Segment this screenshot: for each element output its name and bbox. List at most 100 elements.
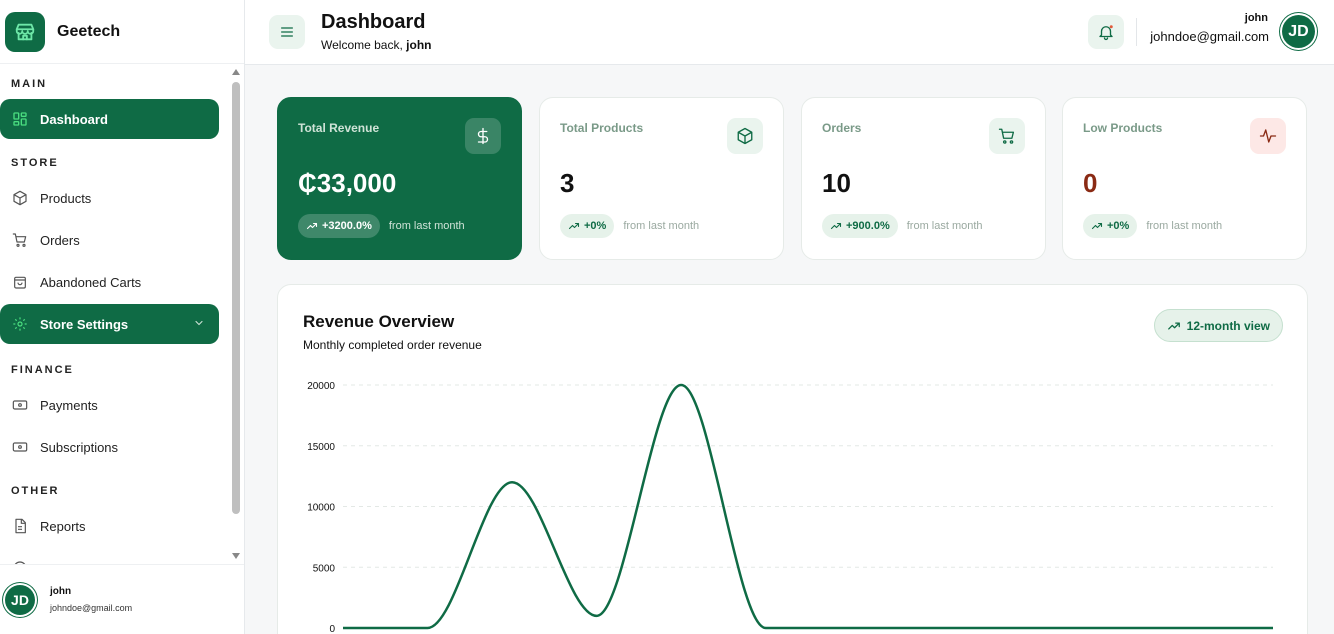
data-point [426,626,430,630]
section-label-store: STORE [11,157,59,169]
scroll-down-arrow-icon[interactable] [232,553,240,559]
section-label-other: OTHER [11,485,60,497]
stat-card-total-products: Total Products 3 +0% from last month [539,97,784,260]
chevron-down-icon[interactable] [193,317,205,332]
sidebar-item-store-settings[interactable]: Store Settings [0,304,219,344]
data-point [848,626,852,630]
trending-up-icon [830,222,842,230]
y-tick-label: 10000 [307,503,335,514]
sidebar-item-clipped[interactable] [0,548,219,564]
data-point [1271,626,1275,630]
brand[interactable]: Geetech [0,0,244,64]
data-point [1017,626,1021,630]
scroll-up-arrow-icon[interactable] [232,69,240,75]
stat-card-low-products: Low Products 0 +0% from last month [1062,97,1307,260]
sidebar-item-payments[interactable]: Payments [0,385,219,425]
section-label-main: MAIN [11,78,48,90]
change-badge: +0% [560,214,615,238]
view-range-label: 12-month view [1186,318,1270,333]
scroll-thumb[interactable] [232,82,240,514]
sidebar-item-reports[interactable]: Reports [0,506,219,546]
data-point [764,626,768,630]
change-value: +0% [1107,220,1130,232]
data-point [679,383,683,387]
data-point [1102,626,1106,630]
cart-icon [11,231,29,249]
change-note: from last month [623,220,700,232]
sidebar-item-label: Dashboard [40,111,108,127]
header-user-email: johndoe@gmail.com [1150,29,1269,44]
sidebar-user[interactable]: JD john johndoe@gmail.com [0,564,244,634]
trending-up-icon [1167,321,1180,330]
data-point [933,626,937,630]
user-email: johndoe@gmail.com [50,603,133,613]
stat-value: ₵33,000 [298,168,397,198]
welcome-text: Welcome back, john [321,38,431,52]
stat-label: Total Products [560,121,644,135]
file-text-icon [11,517,29,535]
activity-icon [1250,118,1286,154]
revenue-overview-panel: 0 5000 10000 15000 20000 Revenue Overview Mo… [277,284,1308,634]
banknote-icon [11,438,29,456]
change-value: +900.0% [846,220,890,232]
stat-card-orders: Orders 10 +900.0% from last month [801,97,1046,260]
store-logo-icon [5,11,45,52]
header-divider [1136,18,1137,46]
trending-up-icon [306,222,318,230]
change-badge: +900.0% [822,214,898,238]
change-value: +3200.0% [322,220,372,232]
menu-toggle-button[interactable] [269,15,305,49]
trending-up-icon [568,222,580,230]
gear-icon [11,315,29,333]
shopping-bag-icon [11,273,29,291]
data-point [1186,626,1190,630]
data-point [510,480,514,484]
data-point [595,614,599,618]
y-tick-label: 5000 [313,563,336,574]
welcome-prefix: Welcome back, [321,38,407,52]
page-title: Dashboard [321,11,426,33]
sidebar: Geetech MAIN Dashboard STORE Products Or… [0,0,245,634]
dashboard-icon [11,110,29,128]
avatar: JD [5,584,35,615]
view-range-button[interactable]: 12-month view [1153,309,1283,342]
stat-value: 10 [822,168,851,198]
bell-icon [1099,25,1113,41]
top-header: Dashboard Welcome back, john john johndo… [245,0,1334,65]
stat-label: Total Revenue [298,121,380,135]
sidebar-item-products[interactable]: Products [0,178,219,218]
sidebar-item-subscriptions[interactable]: Subscriptions [0,427,219,467]
sidebar-item-dashboard[interactable]: Dashboard [0,99,219,139]
brand-name: Geetech [57,22,121,40]
change-badge: +3200.0% [298,214,380,238]
sidebar-scrollbar[interactable] [231,66,241,562]
y-tick-label: 15000 [307,442,335,453]
sidebar-item-abandoned-carts[interactable]: Abandoned Carts [0,262,219,302]
package-icon [11,189,29,207]
change-value: +0% [584,220,607,232]
change-badge: +0% [1083,214,1138,238]
sidebar-item-orders[interactable]: Orders [0,220,219,260]
notifications-button[interactable] [1088,15,1124,49]
stat-label: Orders [822,121,862,135]
sidebar-item-label: Products [40,190,92,206]
y-tick-label: 20000 [307,381,335,392]
sidebar-item-label: Abandoned Carts [40,274,142,290]
dollar-icon [465,118,501,154]
header-avatar[interactable]: JD [1282,15,1315,48]
stat-card-total-revenue: Total Revenue ₵33,000 +3200.0% from last… [277,97,522,260]
panel-subtitle: Monthly completed order revenue [303,338,482,352]
cart-icon [989,118,1025,154]
stat-value: 3 [560,168,575,198]
menu-icon [281,27,293,37]
welcome-name: john [406,38,432,52]
y-tick-label: 0 [329,624,335,634]
banknote-icon [11,396,29,414]
trending-up-icon [1091,222,1103,230]
change-note: from last month [388,220,465,232]
change-note: from last month [906,220,983,232]
panel-title: Revenue Overview [303,312,455,331]
sidebar-item-label: Orders [40,232,80,248]
user-name: john [50,586,72,597]
sidebar-nav: MAIN Dashboard STORE Products Orders Aba… [0,64,230,564]
